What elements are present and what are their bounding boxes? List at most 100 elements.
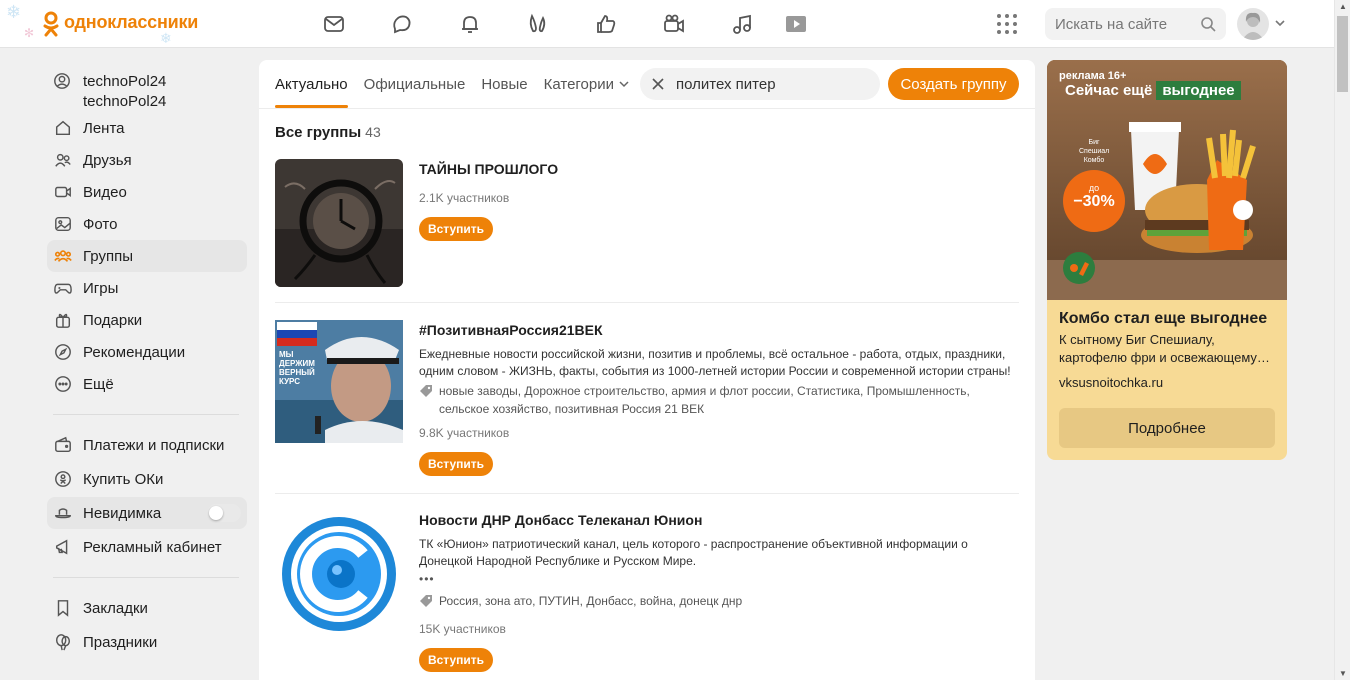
scrollbar-thumb[interactable] xyxy=(1337,16,1348,92)
search-icon[interactable] xyxy=(1200,16,1216,32)
group-tags-text: новые заводы, Дорожное строительство, ар… xyxy=(439,384,970,416)
group-thumbnail[interactable]: МЫ ДЕРЖИМ ВЕРНЫЙ КУРС xyxy=(275,320,403,443)
video-icon xyxy=(53,182,73,202)
scroll-down-icon[interactable]: ▼ xyxy=(1339,669,1347,678)
sidebar-item-holidays[interactable]: Праздники xyxy=(47,626,247,658)
avatar[interactable] xyxy=(1237,8,1269,40)
image-caption: МЫ ДЕРЖИМ ВЕРНЫЙ КУРС xyxy=(279,350,315,386)
ad-headline-a: Сейчас ещё xyxy=(1065,82,1153,99)
group-info: ТАЙНЫ ПРОШЛОГО 2.1K участников Вступить xyxy=(419,159,1019,241)
ad-headline: Сейчас ещё выгоднее xyxy=(1065,81,1241,100)
group-info: Новости ДНР Донбасс Телеканал Юнион ТК «… xyxy=(419,510,1019,672)
sidebar-item-label: Праздники xyxy=(83,633,158,651)
sidebar-item-label: Подарки xyxy=(83,311,143,329)
groups-icon xyxy=(53,246,73,266)
group-members: 2.1K участников xyxy=(419,191,510,205)
chevron-down-icon[interactable] xyxy=(1273,16,1287,30)
guests-icon[interactable] xyxy=(504,8,572,40)
tab-label: Категории xyxy=(543,75,615,93)
sidebar-item-friends[interactable]: Друзья xyxy=(47,144,247,176)
group-title[interactable]: ТАЙНЫ ПРОШЛОГО xyxy=(419,161,1019,177)
sidebar-item-games[interactable]: Игры xyxy=(47,272,247,304)
sidebar-item-feed[interactable]: Лента xyxy=(47,112,247,144)
sidebar-item-label: Видео xyxy=(83,183,127,201)
top-header: ❄ ✻ ❄ одноклассники xyxy=(0,0,1334,48)
section-title-text: Все группы xyxy=(275,124,362,141)
compass-icon xyxy=(53,342,73,362)
sidebar-item-label: Невидимка xyxy=(83,504,162,522)
clear-icon[interactable] xyxy=(652,78,664,90)
gift-icon xyxy=(53,310,73,330)
ad-title[interactable]: Комбо стал еще выгоднее xyxy=(1059,310,1267,328)
invisible-toggle[interactable] xyxy=(207,504,241,522)
join-button[interactable]: Вступить xyxy=(419,217,493,241)
user-icon xyxy=(53,72,73,92)
sidebar-item-label: Платежи и подписки xyxy=(83,436,225,454)
bookmark-icon xyxy=(53,598,73,618)
section-title: Все группы 43 xyxy=(275,124,381,141)
group-divider xyxy=(275,302,1019,303)
messages-icon[interactable] xyxy=(300,8,368,40)
sidebar-item-groups[interactable]: Группы xyxy=(47,240,247,272)
group-title[interactable]: Новости ДНР Донбасс Телеканал Юнион xyxy=(419,512,1019,528)
sidebar-item-label: Рекомендации xyxy=(83,343,186,361)
tab-label: Новые xyxy=(481,75,528,93)
ad-description: К сытному Биг Спешиалу, картофелю фри и … xyxy=(1059,332,1270,365)
snowflake-icon: ❄ xyxy=(6,2,22,22)
tab-categories[interactable]: Категории xyxy=(544,60,630,108)
sidebar-item-label: Лента xyxy=(83,119,125,137)
sidebar-item-video[interactable]: Видео xyxy=(47,176,247,208)
coin-icon xyxy=(53,469,73,489)
create-group-button[interactable]: Создать группу xyxy=(888,68,1019,100)
apps-grid-icon[interactable] xyxy=(995,12,1019,36)
logo[interactable]: ❄ ✻ ❄ одноклассники xyxy=(0,0,210,48)
search-input[interactable] xyxy=(1055,15,1195,33)
notifications-icon[interactable] xyxy=(436,8,504,40)
sidebar-item-more[interactable]: Ещё xyxy=(47,368,247,400)
site-search xyxy=(1045,8,1226,40)
ad-combo-label: Биг Спешиал Комбо xyxy=(1079,139,1110,164)
video-camera-icon[interactable] xyxy=(640,8,708,40)
megaphone-icon xyxy=(53,537,73,557)
group-thumbnail[interactable] xyxy=(275,510,403,638)
user-surname: technoPol24 xyxy=(83,93,167,110)
more-icon xyxy=(53,374,73,394)
sidebar-user[interactable]: technoPol24 technoPol24 xyxy=(47,64,247,110)
group-search-input[interactable] xyxy=(676,75,866,93)
ad-banner[interactable]: реклама 16+ Сейчас ещё выгоднее Биг Спеши… xyxy=(1047,60,1287,460)
tab-label: Официальные xyxy=(363,75,466,93)
sidebar-item-gifts[interactable]: Подарки xyxy=(47,304,247,336)
group-info: #ПозитивнаяРоссия21ВЕК Ежедневные новост… xyxy=(419,320,1019,476)
sidebar-item-label: Ещё xyxy=(83,375,114,393)
likes-icon[interactable] xyxy=(572,8,640,40)
tab-official[interactable]: Официальные xyxy=(364,60,466,108)
expand-more-icon[interactable]: ••• xyxy=(419,572,1019,586)
music-icon[interactable] xyxy=(708,8,776,40)
ad-domain[interactable]: vksusnoitochka.ru xyxy=(1059,375,1163,390)
sidebar-item-payments[interactable]: Платежи и подписки xyxy=(47,429,247,461)
sidebar-item-ads-cabinet[interactable]: Рекламный кабинет xyxy=(47,531,247,563)
ad-more-button[interactable]: Подробнее xyxy=(1059,408,1275,448)
tab-label: Актуально xyxy=(275,75,348,93)
group-tags: Россия, зона ато, ПУТИН, Донбасс, война,… xyxy=(419,592,1019,610)
ok-logo-icon xyxy=(43,11,59,37)
group-thumbnail[interactable] xyxy=(275,159,403,287)
sidebar-item-invisible[interactable]: Невидимка xyxy=(47,497,247,529)
sidebar-item-recommendations[interactable]: Рекомендации xyxy=(47,336,247,368)
join-button[interactable]: Вступить xyxy=(419,452,493,476)
sidebar-item-photo[interactable]: Фото xyxy=(47,208,247,240)
tab-new[interactable]: Новые xyxy=(481,60,527,108)
tab-actual[interactable]: Актуально xyxy=(275,60,348,108)
sidebar-item-buy-ok[interactable]: Купить ОКи xyxy=(47,463,247,495)
group-title[interactable]: #ПозитивнаяРоссия21ВЕК xyxy=(419,322,1019,338)
sidebar-item-bookmarks[interactable]: Закладки xyxy=(47,592,247,624)
scroll-up-icon[interactable]: ▲ xyxy=(1339,2,1347,11)
scrollbar[interactable]: ▲ ▼ xyxy=(1334,0,1350,680)
video-play-icon[interactable] xyxy=(776,8,816,40)
home-icon xyxy=(53,118,73,138)
group-card: Новости ДНР Донбасс Телеканал Юнион ТК «… xyxy=(275,510,1019,680)
join-button[interactable]: Вступить xyxy=(419,648,493,672)
user-name: technoPol24 xyxy=(83,73,167,90)
sidebar-item-label: Купить ОКи xyxy=(83,470,164,488)
discussions-icon[interactable] xyxy=(368,8,436,40)
